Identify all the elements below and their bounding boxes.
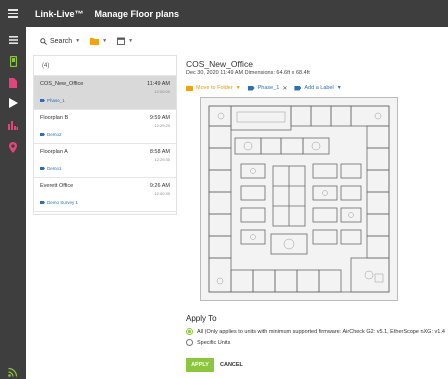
list-item-time: 9:26 AM — [149, 183, 170, 189]
tag-icon — [40, 132, 45, 137]
list-item-label-text: Demo2 — [47, 132, 62, 137]
wifi-icon[interactable] — [0, 362, 26, 379]
tag-icon — [40, 98, 45, 103]
floorplan-title: COS_New_Office — [186, 59, 253, 69]
apply-button[interactable]: APPLY — [186, 358, 214, 372]
list-item-subtime: 12:00:30 — [154, 191, 170, 196]
list-item-label[interactable]: Demo2 — [40, 132, 62, 137]
analytics-icon[interactable] — [0, 115, 26, 135]
search-label: Search — [50, 37, 73, 45]
toolbar: Search ▼ ▼ ▼ — [26, 27, 448, 55]
floor-plan-drawing — [208, 105, 390, 293]
list-item-time: 8:58 AM — [149, 149, 170, 155]
radio-specific-units-label: Specific Units — [197, 339, 231, 346]
label-chip-phase-1[interactable]: Phase_1 ✕ — [247, 85, 287, 92]
chevron-down-icon: ▼ — [336, 85, 342, 91]
list-item[interactable]: Everett Office 9:26 AM 12:00:30 Demo Survey… — [34, 178, 176, 212]
apply-to-heading: Apply To — [186, 314, 217, 323]
list-item-subtime: 12:29:20 — [154, 123, 170, 128]
page-title: Manage Floor plans — [94, 8, 180, 19]
floor-plan-image[interactable] — [200, 97, 398, 301]
add-label-button[interactable]: Add a Label ▼ — [294, 85, 342, 91]
list-item[interactable]: Floorplan A 8:58 AM 12:29:30 Demo1 — [34, 144, 176, 178]
search-dropdown[interactable]: Search ▼ — [40, 38, 80, 45]
list-item-label-text: Phase_1 — [47, 98, 65, 103]
floorplan-list: (4) COS_New_Office 11:49 AM 12:00:00 Phase_… — [33, 55, 177, 215]
menu-icon[interactable] — [0, 0, 26, 27]
list-item-subtime: 12:29:30 — [154, 157, 170, 162]
list-count: (4) — [34, 56, 176, 76]
floorplan-meta: Dec 30, 2020 11:49 AM Dimensions: 64.6ft… — [186, 70, 310, 76]
location-pin-icon[interactable] — [0, 137, 26, 157]
close-icon[interactable]: ✕ — [282, 85, 287, 92]
tag-icon — [247, 85, 255, 91]
radio-all-units-label: All (Only applies to units with minimum … — [197, 328, 445, 335]
chevron-down-icon: ▼ — [128, 38, 134, 44]
list-item[interactable]: COS_New_Office 11:49 AM 12:00:00 Phase_1 — [34, 76, 176, 110]
document-icon[interactable] — [0, 73, 26, 93]
folder-icon — [186, 85, 193, 91]
list-item-time: 11:49 AM — [147, 81, 170, 87]
list-item-subtime: 12:00:00 — [154, 89, 170, 94]
list-item-time: 9:59 AM — [149, 115, 170, 121]
cancel-button[interactable]: CANCEL — [220, 358, 243, 372]
chevron-down-icon: ▼ — [235, 85, 241, 91]
chevron-down-icon: ▼ — [102, 38, 108, 44]
side-rail — [0, 27, 26, 379]
top-bar: Link-Live™ Manage Floor plans — [0, 0, 448, 27]
radio-specific-units-indicator[interactable] — [186, 339, 193, 346]
list-item-label[interactable]: Demo1 — [40, 166, 62, 171]
list-item-label[interactable]: Phase_1 — [40, 98, 65, 103]
move-to-folder-label: Move to Folder — [196, 85, 233, 91]
play-icon[interactable] — [0, 93, 26, 113]
radio-all-units-indicator[interactable] — [186, 328, 193, 335]
chevron-down-icon: ▼ — [75, 38, 81, 44]
calendar-icon — [117, 37, 126, 45]
label-chip-text: Phase_1 — [257, 85, 280, 91]
tag-icon — [294, 85, 302, 91]
tag-icon — [40, 166, 45, 171]
floorplan-actions: Move to Folder ▼ Phase_1 ✕ Add a Label ▼ — [186, 83, 349, 93]
folder-icon — [90, 37, 100, 45]
move-to-folder-button[interactable]: Move to Folder ▼ — [186, 85, 241, 91]
radio-specific-units[interactable]: Specific Units — [186, 339, 230, 346]
list-item-label-text: Demo1 — [47, 166, 62, 171]
brand-name[interactable]: Link-Live™ — [35, 9, 84, 19]
list-item-label-text: Demo Survey 1 — [47, 200, 79, 205]
radio-all-units[interactable]: All (Only applies to units with minimum … — [186, 328, 445, 335]
tag-icon — [40, 200, 45, 205]
phone-icon[interactable] — [0, 51, 26, 71]
list-item-label[interactable]: Demo Survey 1 — [40, 200, 78, 205]
folder-dropdown[interactable]: ▼ — [90, 37, 108, 45]
search-icon — [40, 37, 47, 45]
calendar-dropdown[interactable]: ▼ — [117, 37, 133, 45]
list-item[interactable]: Floorplan B 9:59 AM 12:29:20 Demo2 — [34, 110, 176, 144]
list-icon[interactable] — [0, 30, 26, 50]
add-label-text: Add a Label — [304, 85, 334, 91]
